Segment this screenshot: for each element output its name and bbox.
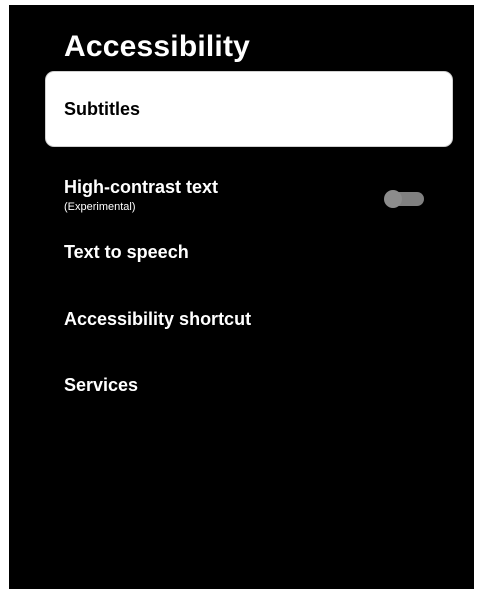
menu-item-services[interactable]: Services (46, 348, 452, 422)
menu-item-label: Text to speech (64, 242, 189, 262)
menu-item-text-to-speech[interactable]: Text to speech (46, 215, 452, 289)
accessibility-screen: Accessibility Subtitles High-contrast te… (9, 5, 474, 589)
menu-item-subtitles[interactable]: Subtitles (46, 72, 452, 146)
toggle-thumb (384, 190, 402, 208)
high-contrast-toggle[interactable] (384, 190, 426, 208)
menu-item-accessibility-shortcut[interactable]: Accessibility shortcut (46, 282, 452, 356)
menu-item-label: Subtitles (64, 99, 141, 119)
page-title: Accessibility (64, 30, 251, 63)
menu-item-label: Services (64, 375, 139, 395)
menu-item-label: Accessibility shortcut (64, 309, 252, 329)
